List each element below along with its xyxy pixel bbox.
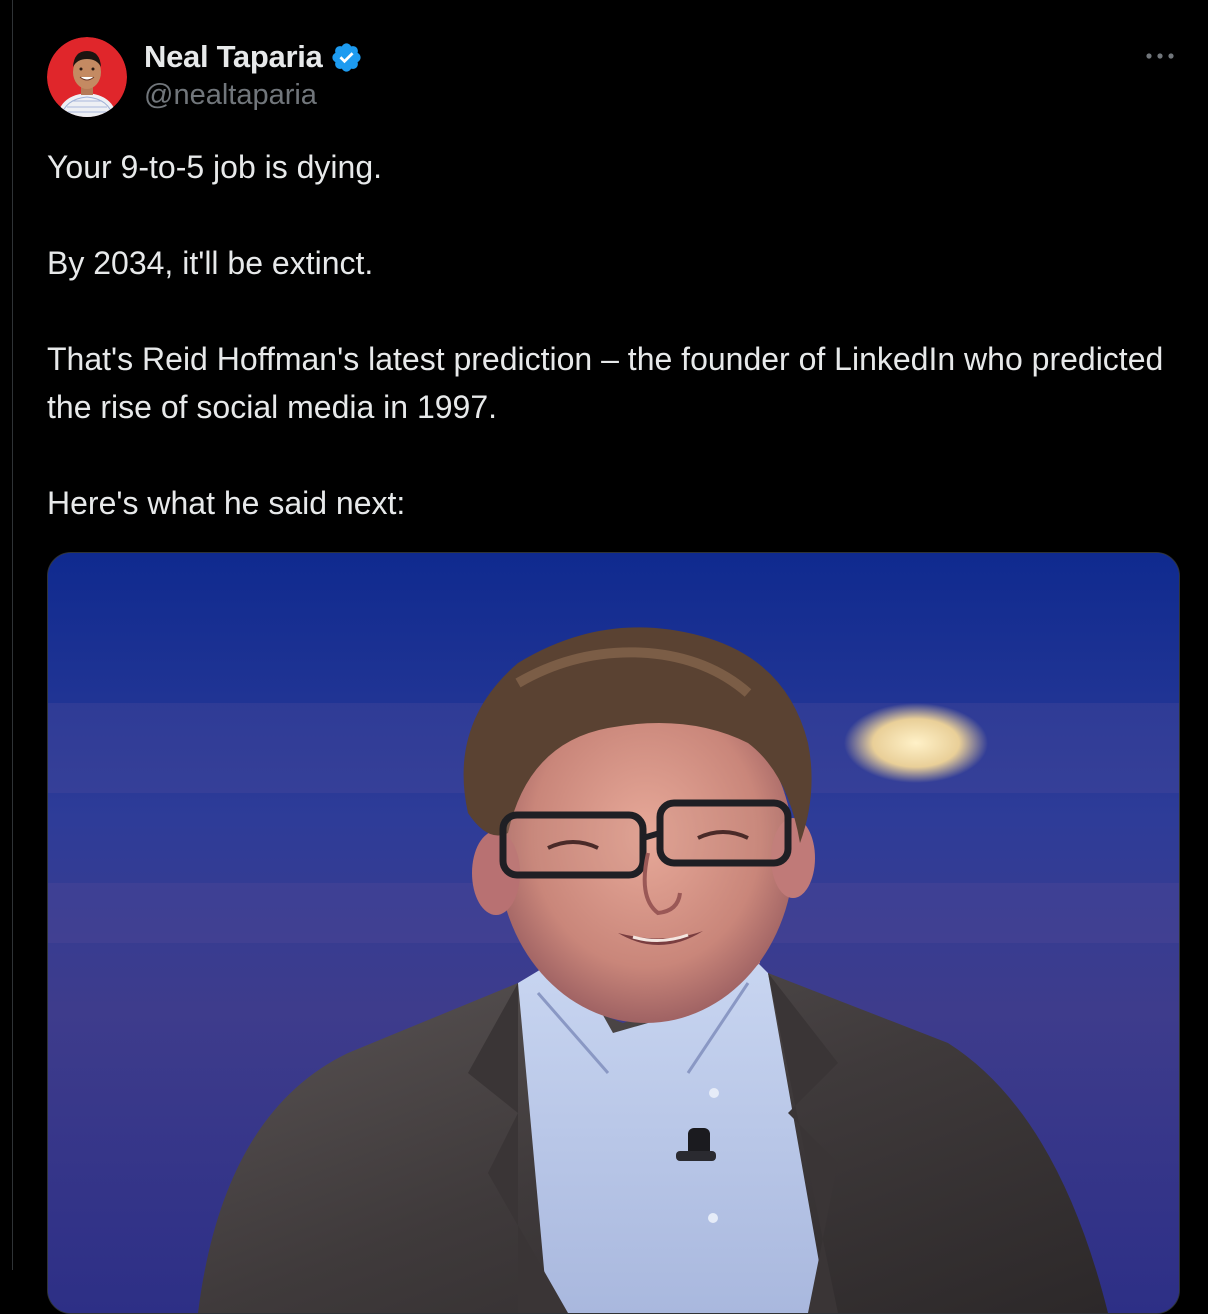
tweet-paragraph: By 2034, it'll be extinct. (47, 245, 374, 281)
tweet-paragraph: That's Reid Hoffman's latest prediction … (47, 341, 1164, 425)
avatar[interactable] (47, 37, 127, 117)
tweet-text: Your 9-to-5 job is dying. By 2034, it'll… (47, 143, 1177, 527)
photo-of-man-in-blazer (48, 553, 1179, 1313)
more-options-button[interactable] (1140, 40, 1180, 72)
verified-badge-icon (330, 41, 363, 74)
author-name-row[interactable]: Neal Taparia (144, 38, 363, 76)
tweet-paragraph: Here's what he said next: (47, 485, 406, 521)
author-display-name[interactable]: Neal Taparia (144, 39, 323, 75)
tweet-paragraph: Your 9-to-5 job is dying. (47, 149, 383, 185)
tweet[interactable]: Neal Taparia @nealtaparia Your 9-to-5 jo… (0, 0, 1208, 1314)
tweet-photo[interactable] (47, 552, 1180, 1314)
author-handle[interactable]: @nealtaparia (144, 79, 317, 112)
more-options-icon (1146, 53, 1174, 59)
